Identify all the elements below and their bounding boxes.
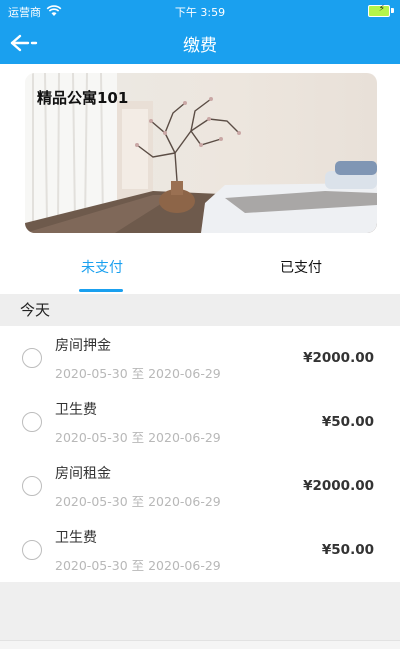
item-name: 卫生费 — [55, 530, 97, 546]
select-radio[interactable] — [22, 476, 42, 496]
item-amount: ¥2000.00 — [303, 350, 374, 366]
item-amount: ¥50.00 — [321, 414, 374, 430]
battery-cap-icon — [391, 8, 394, 13]
charging-bolt-icon: ⚡ — [378, 4, 385, 14]
list-item[interactable]: 卫生费 2020-05-30 至 2020-06-29 ¥50.00 — [0, 390, 400, 454]
app-header: 运营商 下午 3:59 ⚡ 缴费 — [0, 0, 400, 64]
payment-tabs: 未支付 已支付 — [0, 244, 400, 294]
property-card: 精品公寓101 — [0, 64, 400, 244]
list-item[interactable]: 卫生费 2020-05-30 至 2020-06-29 ¥50.00 — [0, 518, 400, 582]
page-title: 缴费 — [183, 36, 217, 56]
item-dates: 2020-05-30 至 2020-06-29 — [55, 494, 221, 509]
select-radio[interactable] — [22, 540, 42, 560]
item-name: 卫生费 — [55, 402, 97, 418]
section-header-today: 今天 — [0, 294, 400, 326]
tab-unpaid[interactable]: 未支付 — [42, 244, 162, 294]
property-name: 精品公寓101 — [37, 89, 129, 107]
item-dates: 2020-05-30 至 2020-06-29 — [55, 366, 221, 381]
active-tab-indicator — [79, 289, 123, 292]
list-item[interactable]: 房间租金 2020-05-30 至 2020-06-29 ¥2000.00 — [0, 454, 400, 518]
item-name: 房间租金 — [55, 466, 111, 482]
item-amount: ¥2000.00 — [303, 478, 374, 494]
property-photo: 精品公寓101 — [25, 73, 377, 233]
clock: 下午 3:59 — [174, 6, 226, 19]
payment-list: 房间押金 2020-05-30 至 2020-06-29 ¥2000.00 卫生… — [0, 326, 400, 582]
list-item[interactable]: 房间押金 2020-05-30 至 2020-06-29 ¥2000.00 — [0, 326, 400, 390]
tab-paid[interactable]: 已支付 — [241, 244, 361, 294]
item-dates: 2020-05-30 至 2020-06-29 — [55, 558, 221, 573]
item-amount: ¥50.00 — [321, 542, 374, 558]
status-bar: 运营商 下午 3:59 ⚡ — [0, 0, 400, 22]
section-label: 今天 — [20, 301, 51, 319]
nav-bar: 缴费 — [0, 22, 400, 64]
select-radio[interactable] — [22, 412, 42, 432]
item-name: 房间押金 — [55, 338, 111, 354]
select-radio[interactable] — [22, 348, 42, 368]
item-dates: 2020-05-30 至 2020-06-29 — [55, 430, 221, 445]
